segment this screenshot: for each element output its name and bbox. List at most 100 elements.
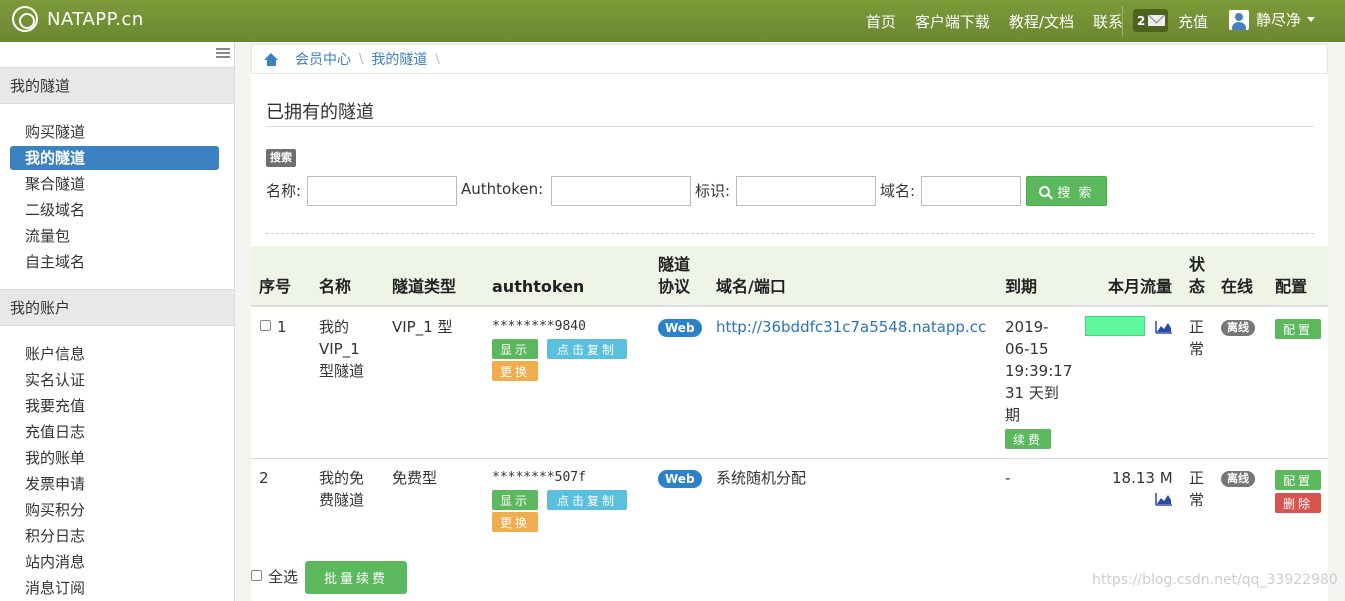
sidebar-item-subdomains[interactable]: 二级域名 bbox=[10, 198, 219, 222]
expire-line2: 06-15 bbox=[1005, 340, 1049, 358]
menu-icon[interactable] bbox=[216, 48, 230, 58]
header-online: 在线 bbox=[1221, 277, 1254, 296]
config-button[interactable]: 配置 bbox=[1275, 319, 1321, 339]
recharge-link[interactable]: 充值 bbox=[1178, 11, 1208, 32]
sidebar-item-buy-points[interactable]: 购买积分 bbox=[10, 498, 219, 522]
online-status-badge: 离线 bbox=[1221, 471, 1255, 487]
search-icon bbox=[1039, 185, 1051, 197]
header-traffic: 本月流量 bbox=[1108, 277, 1173, 296]
search-divider bbox=[266, 233, 1314, 234]
status-line2: 常 bbox=[1189, 491, 1205, 509]
select-all-checkbox[interactable] bbox=[251, 570, 262, 581]
home-icon[interactable] bbox=[264, 52, 279, 66]
row-checkbox[interactable] bbox=[260, 320, 271, 331]
nav-download[interactable]: 客户端下载 bbox=[915, 11, 990, 32]
brand-name: NATAPP.cn bbox=[47, 8, 144, 30]
sidebar-item-messages[interactable]: 站内消息 bbox=[10, 550, 219, 574]
search-button-label: 搜 索 bbox=[1057, 185, 1094, 201]
sidebar-item-custom-domains[interactable]: 自主域名 bbox=[10, 250, 219, 274]
nav-divider bbox=[1122, 6, 1123, 36]
row-authtoken: ********507f bbox=[492, 470, 586, 485]
change-token-button[interactable]: 更换 bbox=[492, 512, 538, 532]
search-badge: 搜索 bbox=[266, 149, 296, 167]
title-divider bbox=[266, 126, 1314, 127]
header-index: 序号 bbox=[259, 277, 292, 296]
breadcrumb-separator: \ bbox=[359, 51, 364, 67]
sidebar-item-buy-tunnel[interactable]: 购买隧道 bbox=[10, 120, 219, 144]
traffic-value: 18.13 M bbox=[1112, 469, 1173, 487]
brand[interactable]: NATAPP.cn bbox=[12, 6, 144, 32]
name-label: 名称: bbox=[266, 182, 302, 200]
tag-input[interactable] bbox=[736, 176, 876, 206]
sidebar-section-tunnels: 我的隧道 bbox=[0, 67, 234, 104]
user-menu[interactable]: 静尽净 bbox=[1229, 9, 1316, 30]
sidebar-item-account-info[interactable]: 账户信息 bbox=[10, 342, 219, 366]
message-count: 2 bbox=[1137, 13, 1146, 28]
expire-line3: 19:39:17 bbox=[1005, 362, 1073, 380]
expire-value: - bbox=[1005, 469, 1011, 487]
header-type: 隧道类型 bbox=[392, 277, 457, 296]
header-status-line2: 态 bbox=[1189, 277, 1206, 296]
row-name-line2: VIP_1 bbox=[319, 340, 360, 358]
sidebar-item-verification[interactable]: 实名认证 bbox=[10, 368, 219, 392]
search-button[interactable]: 搜 索 bbox=[1026, 176, 1107, 206]
status-line2: 常 bbox=[1189, 340, 1205, 358]
renew-button[interactable]: 续费 bbox=[1005, 429, 1051, 449]
user-name: 静尽净 bbox=[1256, 11, 1302, 29]
authtoken-label: Authtoken: bbox=[461, 180, 544, 198]
sidebar-item-subscriptions[interactable]: 消息订阅 bbox=[10, 576, 219, 600]
breadcrumb-member-center[interactable]: 会员中心 bbox=[295, 49, 351, 69]
nav-home[interactable]: 首页 bbox=[866, 11, 896, 32]
sidebar: 我的隧道 购买隧道 我的隧道 聚合隧道 二级域名 流量包 自主域名 我的账户 账… bbox=[0, 42, 235, 601]
delete-button[interactable]: 删除 bbox=[1275, 493, 1321, 513]
sidebar-item-recharge[interactable]: 我要充值 bbox=[10, 394, 219, 418]
sidebar-item-my-tunnels[interactable]: 我的隧道 bbox=[10, 146, 219, 170]
sidebar-item-recharge-log[interactable]: 充值日志 bbox=[10, 420, 219, 444]
nav-contact[interactable]: 联系 bbox=[1093, 11, 1123, 32]
messages-button[interactable]: 2 bbox=[1133, 9, 1168, 32]
row-type: VIP_1 型 bbox=[392, 318, 453, 336]
domain-text: 系统随机分配 bbox=[716, 469, 807, 487]
row-index: 2 bbox=[259, 469, 269, 487]
row-name-line2: 费隧道 bbox=[319, 491, 365, 509]
sidebar-item-aggregate-tunnels[interactable]: 聚合隧道 bbox=[10, 172, 219, 196]
row-authtoken: ********9840 bbox=[492, 319, 586, 334]
name-input[interactable] bbox=[307, 176, 457, 206]
domain-label: 域名: bbox=[880, 182, 916, 200]
watermark: https://blog.csdn.net/qq_33922980 bbox=[1092, 572, 1338, 588]
area-chart-icon[interactable] bbox=[1155, 492, 1173, 506]
row-name-line3: 型隧道 bbox=[319, 362, 365, 380]
show-token-button[interactable]: 显示 bbox=[492, 490, 538, 510]
config-button[interactable]: 配置 bbox=[1275, 470, 1321, 490]
breadcrumb-my-tunnels[interactable]: 我的隧道 bbox=[371, 49, 427, 69]
status-line1: 正 bbox=[1189, 318, 1205, 336]
user-icon bbox=[1229, 9, 1249, 30]
header-authtoken: authtoken bbox=[492, 277, 585, 296]
sidebar-item-points-log[interactable]: 积分日志 bbox=[10, 524, 219, 548]
show-token-button[interactable]: 显示 bbox=[492, 339, 538, 359]
row-type: 免费型 bbox=[392, 469, 438, 487]
header-name: 名称 bbox=[319, 277, 352, 296]
row-index: 1 bbox=[277, 318, 287, 336]
row-name-line1: 我的 bbox=[319, 318, 350, 336]
batch-renew-button[interactable]: 批量续费 bbox=[305, 561, 407, 594]
header-config: 配置 bbox=[1275, 277, 1308, 296]
protocol-badge: Web bbox=[658, 319, 702, 337]
sidebar-item-invoice[interactable]: 发票申请 bbox=[10, 472, 219, 496]
sidebar-item-bills[interactable]: 我的账单 bbox=[10, 446, 219, 470]
protocol-badge: Web bbox=[658, 470, 702, 488]
change-token-button[interactable]: 更换 bbox=[492, 361, 538, 381]
expire-line1: 2019- bbox=[1005, 318, 1049, 336]
domain-input[interactable] bbox=[921, 176, 1021, 206]
nav-docs[interactable]: 教程/文档 bbox=[1009, 11, 1074, 32]
area-chart-icon[interactable] bbox=[1155, 320, 1173, 334]
expire-line4: 31 天到 bbox=[1005, 384, 1059, 402]
tag-label: 标识: bbox=[695, 182, 731, 200]
traffic-progress-bar bbox=[1085, 316, 1145, 336]
copy-token-button[interactable]: 点击复制 bbox=[547, 490, 627, 510]
sidebar-item-traffic-packs[interactable]: 流量包 bbox=[10, 224, 219, 248]
authtoken-input[interactable] bbox=[551, 176, 691, 206]
domain-link[interactable]: http://36bddfc31c7a5548.natapp.cc bbox=[716, 316, 986, 338]
row-divider bbox=[251, 458, 1328, 459]
copy-token-button[interactable]: 点击复制 bbox=[547, 339, 627, 359]
